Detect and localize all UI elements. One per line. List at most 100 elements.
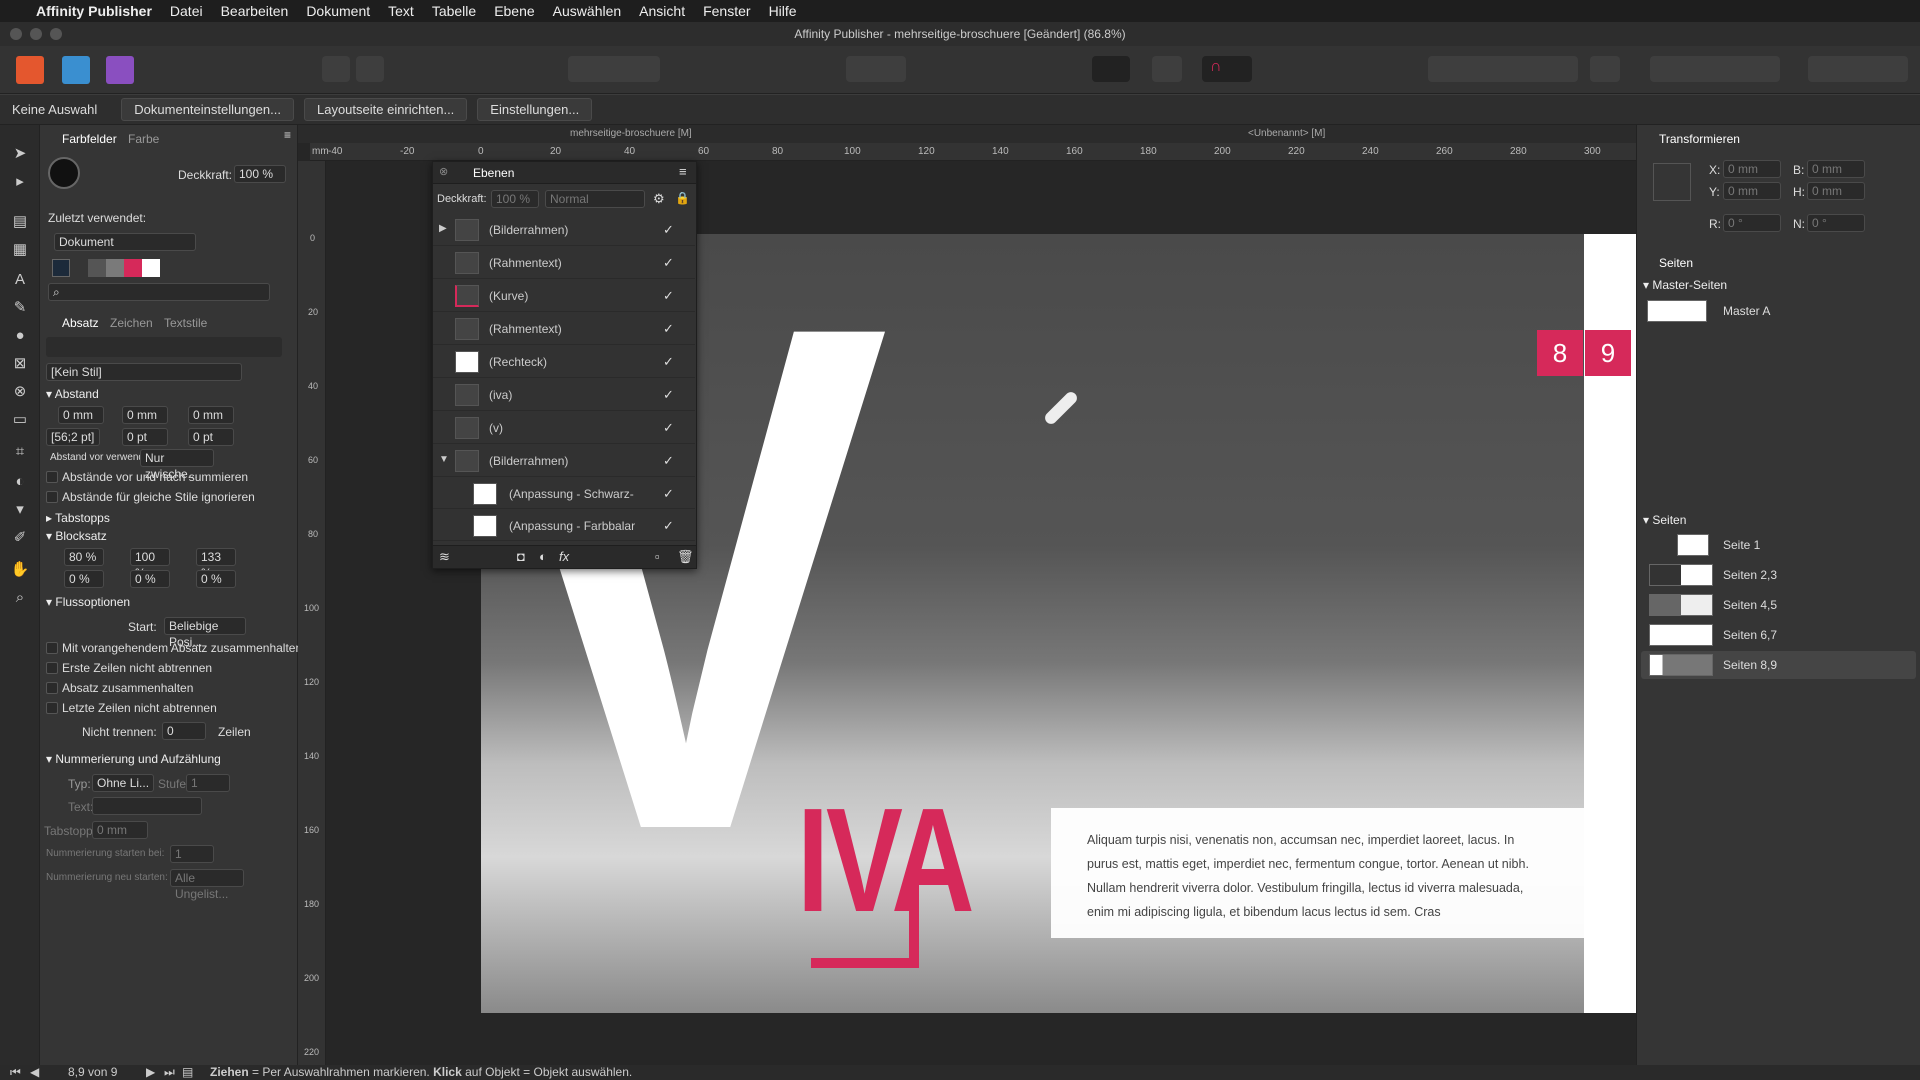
page-row[interactable]: Seiten 4,5 — [1641, 591, 1916, 619]
mask-icon[interactable]: ◘ — [517, 549, 525, 564]
menu-ebene[interactable]: Ebene — [494, 3, 534, 19]
swatch-gray[interactable] — [88, 259, 106, 277]
layer-row[interactable]: (v) ✓ — [433, 412, 695, 444]
page-row[interactable]: Seiten 2,3 — [1641, 561, 1916, 589]
tab-paragraph[interactable]: Absatz — [62, 316, 99, 330]
place-image-tool-icon[interactable]: ▭ — [8, 407, 32, 431]
ellipse-frame-tool-icon[interactable]: ⊗ — [8, 379, 32, 403]
pages-section[interactable]: ▾ Seiten — [1643, 513, 1686, 527]
fill-tool-icon[interactable]: ◐ — [8, 469, 32, 493]
word-spacing-max-field[interactable]: 133 % — [196, 548, 236, 580]
layers-stack-icon[interactable]: ≋ — [439, 549, 450, 565]
layer-row[interactable]: ▼ (Bilderrahmen) ✓ — [433, 445, 695, 477]
view-mode-buttons[interactable] — [568, 56, 660, 82]
visibility-checkbox[interactable]: ✓ — [663, 486, 674, 502]
blend-mode-select[interactable]: Normal — [545, 190, 645, 208]
page-number-left[interactable]: 8 — [1537, 330, 1583, 376]
panel-menu-icon[interactable]: ≡ — [284, 128, 291, 142]
move-tool-icon[interactable]: ➤ — [8, 141, 32, 165]
rotation-field[interactable]: 0 ° — [1723, 214, 1781, 232]
close-panel-icon[interactable]: ⊗ — [439, 165, 448, 178]
layers-menu-icon[interactable]: ≡ — [679, 164, 687, 179]
master-page-row[interactable]: Master A — [1641, 297, 1916, 325]
word-spacing-min-field[interactable]: 80 % — [64, 548, 104, 566]
layer-row[interactable]: (Kurve) ✓ — [433, 280, 695, 312]
prev-page-icon[interactable]: ◀ — [30, 1065, 39, 1080]
letter-spacing-max-field[interactable]: 0 % — [196, 570, 236, 588]
snapping-magnet-icon[interactable]: ∩ — [1202, 56, 1252, 82]
fx-icon[interactable]: fx — [559, 549, 569, 564]
numbering-type-select[interactable]: Ohne Li... — [92, 774, 154, 792]
swatch-search-input[interactable]: ⌕ — [48, 283, 270, 301]
horizontal-ruler[interactable]: mm -40 -20 0 20 40 60 80 100 120 140 160… — [310, 143, 1636, 161]
tab-character[interactable]: Zeichen — [110, 316, 153, 330]
numbering-start-field[interactable]: 1 — [170, 845, 214, 863]
paragraph-style-select[interactable]: [Kein Stil] — [46, 363, 242, 381]
document-tab-unnamed[interactable]: <Unbenannt> [M] — [1248, 128, 1325, 139]
visibility-checkbox[interactable]: ✓ — [663, 387, 674, 403]
document-settings-button[interactable]: Dokumenteinstellungen... — [121, 98, 294, 121]
flow-section[interactable]: ▾ Flussoptionen — [46, 595, 130, 609]
flip-rotate-buttons[interactable] — [1650, 56, 1780, 82]
visibility-checkbox[interactable]: ✓ — [663, 222, 674, 238]
numbering-level-field[interactable]: 1 — [186, 774, 230, 792]
preferences-button[interactable]: Einstellungen... — [477, 98, 593, 121]
no-break-field[interactable]: 0 — [162, 722, 206, 740]
zoom-window-button[interactable] — [50, 28, 62, 40]
menu-hilfe[interactable]: Hilfe — [769, 3, 797, 19]
first-page-icon[interactable]: ⏮ — [10, 1065, 21, 1080]
sum-spacing-checkbox[interactable] — [46, 471, 58, 483]
assets-icon[interactable] — [356, 56, 384, 82]
shear-field[interactable]: 0 ° — [1807, 214, 1865, 232]
visibility-checkbox[interactable]: ✓ — [663, 420, 674, 436]
designer-persona-icon[interactable] — [62, 56, 90, 84]
y-field[interactable]: 0 mm — [1723, 182, 1781, 200]
page-row[interactable]: Seite 1 — [1641, 531, 1916, 559]
swatch-light-gray[interactable] — [106, 259, 124, 277]
adjustment-icon[interactable]: ◐ — [539, 549, 547, 564]
left-indent-field[interactable]: 0 mm — [58, 406, 104, 424]
master-setup-button[interactable]: Layoutseite einrichten... — [303, 98, 468, 121]
layer-row[interactable]: (Rahmentext) ✓ — [433, 313, 695, 345]
layer-row[interactable]: (iva) ✓ — [433, 379, 695, 411]
transparency-tool-icon[interactable]: ▾ — [8, 497, 32, 521]
node-tool-icon[interactable]: ▸ — [8, 169, 32, 193]
numbering-section[interactable]: ▾ Nummerierung und Aufzählung — [46, 752, 221, 766]
layer-row[interactable]: (Rahmentext) ✓ — [433, 247, 695, 279]
menu-text[interactable]: Text — [388, 3, 414, 19]
picture-frame-tool-icon[interactable]: ⊠ — [8, 351, 32, 375]
width-field[interactable]: 0 mm — [1807, 160, 1865, 178]
visibility-checkbox[interactable]: ✓ — [663, 288, 674, 304]
last-page-icon[interactable]: ⏭ — [164, 1065, 175, 1080]
word-spacing-desired-field[interactable]: 100 % — [130, 548, 170, 580]
swatch-white[interactable] — [142, 259, 160, 277]
master-pages-section[interactable]: ▾ Master-Seiten — [1643, 278, 1727, 292]
visibility-checkbox[interactable]: ✓ — [663, 453, 674, 469]
numbering-tab-field[interactable]: 0 mm — [92, 821, 148, 839]
shape-tool-icon[interactable]: ● — [8, 323, 32, 347]
expand-arrow-icon[interactable]: ▶ — [439, 223, 447, 234]
alignment-buttons[interactable] — [46, 337, 282, 357]
close-window-button[interactable] — [10, 28, 22, 40]
layer-row[interactable]: ▶ (Bilderrahmen) ✓ — [433, 214, 695, 246]
minimize-window-button[interactable] — [30, 28, 42, 40]
anchor-point-selector[interactable] — [1653, 163, 1691, 201]
page-row-selected[interactable]: Seiten 8,9 — [1641, 651, 1916, 679]
preflight-icon[interactable] — [322, 56, 350, 82]
visibility-checkbox[interactable]: ✓ — [663, 518, 674, 534]
palette-select[interactable]: Dokument — [54, 233, 196, 251]
layer-row[interactable]: (Anpassung - Schwarz- ✓ — [433, 478, 695, 509]
page-row[interactable]: Seiten 6,7 — [1641, 621, 1916, 649]
layer-row[interactable]: (Anpassung - Farbbalar ✓ — [433, 510, 695, 541]
table-tool-icon[interactable]: ▦ — [8, 237, 32, 261]
swatch-pink[interactable] — [124, 259, 142, 277]
numbering-restart-select[interactable]: Alle Ungelist... — [170, 869, 244, 901]
menu-fenster[interactable]: Fenster — [703, 3, 750, 19]
menu-tabelle[interactable]: Tabelle — [432, 3, 476, 19]
space-after-field[interactable]: 0 pt — [188, 428, 234, 446]
boolean-buttons[interactable] — [1808, 56, 1908, 82]
menu-ansicht[interactable]: Ansicht — [639, 3, 685, 19]
collapse-arrow-icon[interactable]: ▼ — [439, 454, 449, 465]
photo-persona-icon[interactable] — [106, 56, 134, 84]
next-page-icon[interactable]: ▶ — [146, 1065, 155, 1080]
